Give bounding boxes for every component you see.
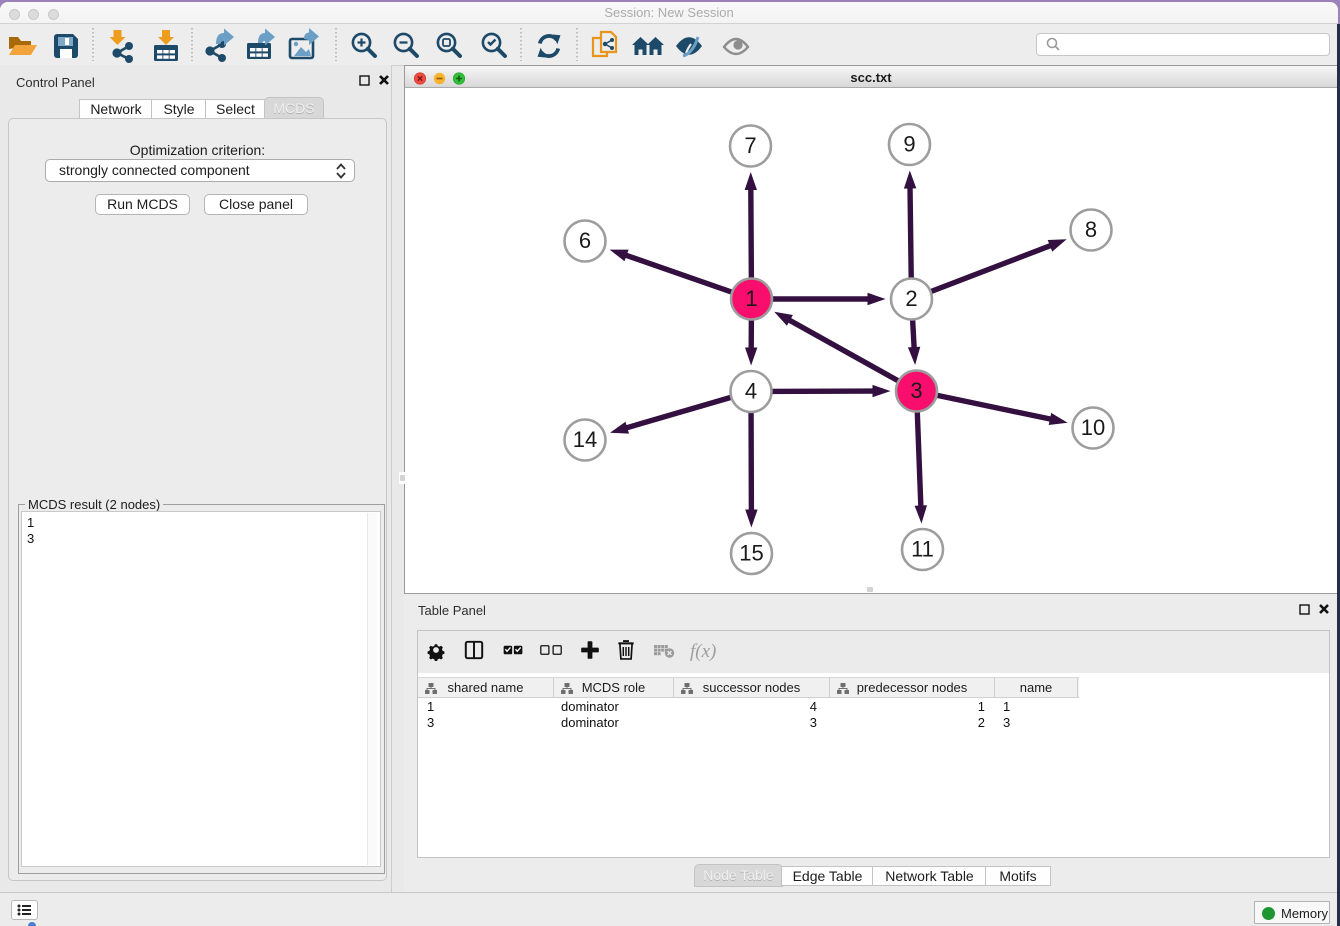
svg-text:10: 10 bbox=[1081, 415, 1105, 440]
svg-text:14: 14 bbox=[573, 427, 597, 452]
svg-text:11: 11 bbox=[911, 536, 934, 561]
svg-text:1: 1 bbox=[745, 286, 757, 311]
svg-text:15: 15 bbox=[739, 540, 763, 565]
svg-text:8: 8 bbox=[1085, 217, 1097, 242]
svg-text:7: 7 bbox=[744, 133, 756, 158]
svg-text:9: 9 bbox=[903, 131, 915, 156]
svg-text:6: 6 bbox=[579, 228, 591, 253]
svg-text:4: 4 bbox=[745, 378, 757, 403]
svg-text:3: 3 bbox=[910, 378, 922, 403]
svg-text:2: 2 bbox=[905, 286, 917, 311]
svg-text:f(x): f(x) bbox=[690, 641, 716, 662]
